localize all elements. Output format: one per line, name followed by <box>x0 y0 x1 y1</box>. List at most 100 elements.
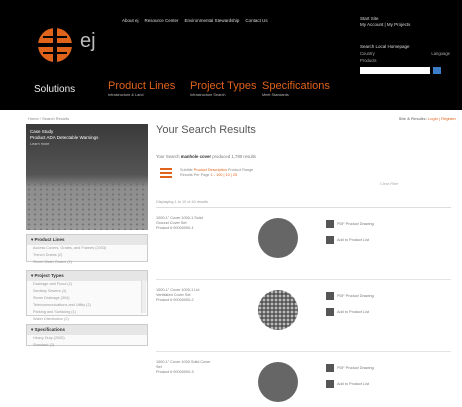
nav-specifications[interactable]: Specifications Meet Standards <box>262 80 330 97</box>
results-summary: Site & Results: Login | Register <box>399 116 456 121</box>
filter-item[interactable]: Parking and Surfacing (1) <box>27 309 147 316</box>
add-list-icon <box>326 308 334 316</box>
filter-scrollbar[interactable] <box>141 280 146 313</box>
filter-project-types-title: Project Types <box>34 273 64 278</box>
filter-range-value[interactable]: 1 - 100 | 10 | 25 <box>211 173 237 177</box>
filter-item[interactable]: Storm Drainage (304) <box>27 295 147 302</box>
add-to-list-action[interactable]: Add to Product List <box>326 236 377 244</box>
nav-project-types[interactable]: Project Types Infrastructure Search <box>190 80 256 97</box>
filter-range-label: Results Per Page <box>180 173 210 177</box>
search-summary: Your Search manhole cover produced 1,780… <box>156 154 256 159</box>
solutions-label: Solutions <box>34 84 76 95</box>
login-register-link[interactable]: Login | Register <box>428 116 456 121</box>
product-image[interactable] <box>258 218 298 258</box>
site-header: ej About ej Resource Center Environmenta… <box>0 0 462 110</box>
filter-item[interactable]: Drainage and Flood (2) <box>27 281 147 288</box>
breadcrumb[interactable]: Home / Search Results <box>28 116 69 121</box>
logo-text: ej <box>80 30 96 52</box>
filter-item[interactable]: Trench Drains (2) <box>27 252 147 259</box>
clear-filter-link[interactable]: Clear Filter <box>380 182 399 186</box>
local-search-input-row <box>360 67 450 74</box>
product-code: Product # 00000000-2 <box>156 298 194 302</box>
pdf-icon <box>326 364 334 372</box>
product-code: Product # 00000000-3 <box>156 370 194 374</box>
filter-item[interactable]: Standard (2) <box>27 342 147 349</box>
pdf-drawing-label: PDF Product Drawing <box>337 365 374 370</box>
add-list-icon <box>326 236 334 244</box>
top-nav-resources[interactable]: Resource Center <box>145 18 179 23</box>
product-title[interactable]: 1000-1" Cover 1000 Solid Cover Set <box>156 360 216 370</box>
product-title[interactable]: 1000-1" Cover 1000-1 Solid Ground Cover … <box>156 216 216 226</box>
product-title[interactable]: 1000-1" Cover 1000-1 Lid Ventilated Cove… <box>156 288 216 298</box>
row-divider <box>156 279 451 280</box>
filter-project-types-header[interactable]: ▾ Project Types <box>27 271 147 281</box>
add-to-list-label: Add to Product List <box>337 309 370 314</box>
results-summary-prefix: Site & Results: <box>398 116 427 121</box>
filter-item[interactable]: Heavy Duty (2005) <box>27 335 147 342</box>
filter-specifications-header[interactable]: ▾ Specifications <box>27 325 147 335</box>
local-search-title: Search Local Homepage <box>360 44 410 49</box>
top-nav: About ej Resource Center Environmental S… <box>122 18 268 23</box>
top-nav-stewardship[interactable]: Environmental Stewardship <box>185 18 240 23</box>
pdf-drawing-action[interactable]: PDF Product Drawing <box>326 364 377 372</box>
add-to-list-action[interactable]: Add to Product List <box>326 380 377 388</box>
row-divider <box>156 351 451 352</box>
filter-product-lines-title: Product Lines <box>34 237 65 242</box>
pdf-drawing-action[interactable]: PDF Product Drawing <box>326 292 377 300</box>
nav-product-lines-label: Product Lines <box>108 80 176 92</box>
list-item[interactable]: 1000-1" Cover 1000-1 Solid Ground Cover … <box>156 210 451 280</box>
account-line-2[interactable]: My Account | My Projects <box>360 22 450 28</box>
filter-term[interactable]: Product Description <box>194 168 227 172</box>
filter-product-lines-header[interactable]: ▾ Product Lines <box>27 235 147 245</box>
add-to-list-action[interactable]: Add to Product List <box>326 308 377 316</box>
filter-product-lines: ▾ Product Lines Access Covers, Grates, a… <box>26 234 148 264</box>
search-summary-prefix: Your Search <box>156 154 180 159</box>
pdf-icon <box>326 292 334 300</box>
local-search-box: Search Local Homepage Country Language P… <box>360 44 450 74</box>
filter-item[interactable]: Storm Water Drains (1) <box>27 259 147 266</box>
result-range: Displaying 1 to 10 of 40 results <box>156 200 208 204</box>
banner-learn-more[interactable]: Learn more <box>30 141 100 147</box>
divider <box>156 207 451 208</box>
nav-product-lines[interactable]: Product Lines Infrastructure & Land <box>108 80 175 97</box>
filter-item[interactable]: Sanitary Sewers (1) <box>27 288 147 295</box>
go-button[interactable] <box>433 67 441 74</box>
page: ej About ej Resource Center Environmenta… <box>0 0 462 407</box>
product-name: 1000-1" Cover 1000-1 Lid Ventilated Cove… <box>156 288 216 303</box>
filter-project-types: ▾ Project Types Drainage and Flood (2) S… <box>26 270 148 321</box>
filter-item[interactable]: Water Distribution (2) <box>27 316 147 323</box>
top-nav-contact[interactable]: Contact Us <box>245 18 267 23</box>
filter-item[interactable]: Access Covers, Grates, and Frames (2003) <box>27 245 147 252</box>
pdf-drawing-action[interactable]: PDF Product Drawing <box>326 220 377 228</box>
filter-item[interactable]: Telecommunications and Utility (2) <box>27 302 147 309</box>
product-code: Product # 00000000-1 <box>156 226 194 230</box>
country-label[interactable]: Country <box>360 51 375 56</box>
logo-icon[interactable] <box>36 26 74 64</box>
filter-suffix: Product Range <box>227 168 254 172</box>
pdf-icon <box>326 220 334 228</box>
filter-specifications: ▾ Specifications Heavy Duty (2005) Stand… <box>26 324 148 349</box>
pdf-drawing-label: PDF Product Drawing <box>337 293 374 298</box>
filter-text: Subtitle Product Description Product Ran… <box>180 168 253 178</box>
products-label: Products <box>360 58 377 63</box>
language-label[interactable]: Language <box>431 51 450 56</box>
filter-label: Subtitle <box>180 168 193 172</box>
case-study-banner[interactable]: Case Study Product ADA Detectable Warnin… <box>26 124 148 230</box>
list-item[interactable]: 1000-1" Cover 1000-1 Lid Ventilated Cove… <box>156 282 451 352</box>
local-search-field-row: Products <box>360 58 450 63</box>
nav-specifications-sub: Meet Standards <box>262 93 289 97</box>
nav-product-lines-sub: Infrastructure & Land <box>108 93 144 97</box>
product-image[interactable] <box>258 290 298 330</box>
filter-icon[interactable] <box>156 166 176 180</box>
filter-specifications-title: Specifications <box>34 327 66 332</box>
list-item[interactable]: 1000-1" Cover 1000 Solid Cover Set Produ… <box>156 354 451 407</box>
product-image[interactable] <box>258 362 298 402</box>
top-nav-about[interactable]: About ej <box>122 18 139 23</box>
nav-project-types-label: Project Types <box>190 80 257 92</box>
nav-specifications-label: Specifications <box>262 80 330 92</box>
local-search-input[interactable] <box>360 67 430 74</box>
local-search-labels: Country Language <box>360 51 450 56</box>
add-to-list-label: Add to Product List <box>337 381 370 386</box>
product-name: 1000-1" Cover 1000 Solid Cover Set Produ… <box>156 360 216 375</box>
page-title: Your Search Results <box>156 124 256 136</box>
